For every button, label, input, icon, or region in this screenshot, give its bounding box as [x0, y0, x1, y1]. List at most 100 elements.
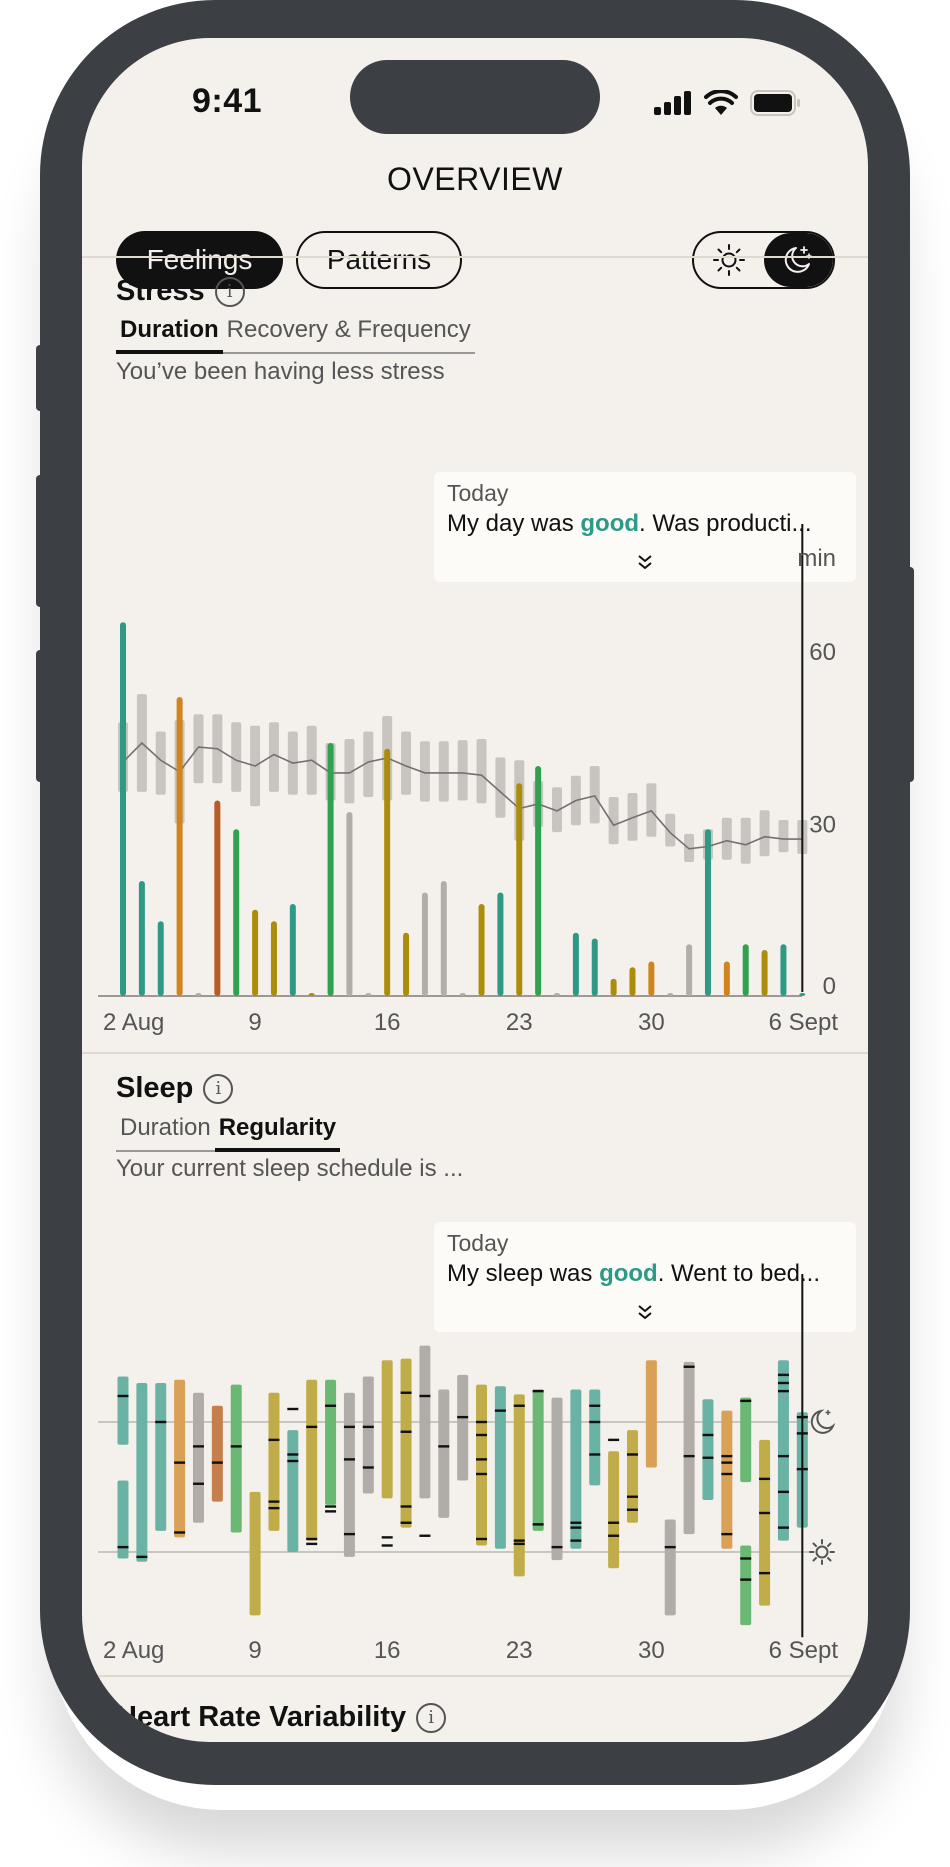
sleep-bar	[513, 1394, 525, 1577]
stress-bar	[308, 993, 315, 996]
stress-bar	[120, 622, 126, 996]
sleep-event-mark	[570, 1539, 582, 1542]
sleep-event-mark	[626, 1453, 638, 1456]
sleep-bar	[362, 1376, 374, 1494]
page-title: OVERVIEW	[387, 161, 563, 197]
sleep-event-mark	[721, 1461, 733, 1464]
stress-bar	[610, 978, 617, 996]
sleep-event-mark	[759, 1511, 771, 1515]
sleep-event-mark	[476, 1472, 488, 1476]
sleep-event-mark	[230, 1445, 242, 1448]
sun-ray	[812, 1542, 817, 1547]
y-tick-label: 30	[809, 812, 836, 839]
stress-summary: You’ve been having less stress	[116, 358, 445, 385]
stress-bar	[270, 921, 277, 996]
sleep-bar	[551, 1397, 563, 1561]
stress-bar	[497, 892, 504, 996]
sleep-event-mark	[777, 1454, 789, 1458]
sleep-bar	[211, 1405, 223, 1502]
segment-patterns[interactable]: Patterns	[296, 231, 462, 289]
tooltip-date: Today	[447, 1230, 509, 1256]
sleep-bar	[400, 1358, 412, 1528]
tooltip-date: Today	[447, 480, 509, 506]
stress-bar	[157, 921, 164, 996]
sleep-event-mark	[325, 1510, 337, 1513]
sleep-event-mark	[740, 1578, 752, 1581]
sleep-event-mark	[400, 1430, 412, 1433]
range-band	[646, 783, 657, 837]
sleep-bar	[249, 1491, 261, 1616]
info-icon[interactable]: i	[203, 1073, 234, 1104]
sun-ray	[827, 1542, 832, 1547]
tab-recovery-frequency[interactable]: Recovery & Frequency	[222, 316, 475, 354]
stress-today-tooltip[interactable]: Today My day was good. Was producti...	[434, 472, 856, 582]
info-icon[interactable]: i	[416, 1702, 447, 1733]
header-divider	[82, 256, 868, 258]
x-tick-label: 30	[638, 1009, 665, 1036]
sleep-bar	[343, 1392, 355, 1557]
tab-regularity[interactable]: Regularity	[214, 1114, 341, 1152]
sleep-event-mark	[777, 1373, 789, 1377]
range-band	[401, 731, 412, 795]
range-band	[589, 766, 600, 824]
x-tick-label: 2 Aug	[103, 1637, 164, 1664]
expand-tooltip-button[interactable]	[434, 1303, 856, 1326]
tab-duration[interactable]: Duration	[116, 1114, 215, 1152]
x-tick-label: 6 Sept	[769, 1637, 839, 1664]
range-band	[193, 714, 204, 784]
segment-feelings-label: Feelings	[146, 244, 253, 275]
sleep-tabs: Duration Regularity	[116, 1114, 341, 1152]
sleep-bar	[419, 1345, 431, 1499]
sleep-event-mark	[683, 1454, 695, 1458]
sleep-bar	[476, 1384, 488, 1546]
stress-bar	[346, 812, 353, 996]
sleep-today-tooltip[interactable]: Today My sleep was good. Went to bed...	[434, 1222, 856, 1332]
sleep-event-mark	[306, 1537, 318, 1541]
y-axis-unit-label: min	[797, 545, 836, 572]
sleep-bar	[174, 1379, 186, 1538]
sleep-bar	[777, 1360, 789, 1541]
sleep-event-mark	[777, 1381, 789, 1385]
sleep-bar	[702, 1399, 714, 1500]
sleep-event-mark	[476, 1458, 488, 1461]
stress-bar	[176, 697, 183, 996]
sleep-bar	[230, 1384, 242, 1533]
light-mode-option[interactable]	[694, 233, 764, 287]
sleep-event-mark	[664, 1545, 676, 1549]
stress-bar	[138, 881, 145, 996]
info-icon[interactable]: i	[214, 276, 245, 307]
sleep-bar	[155, 1383, 167, 1531]
stress-bar	[686, 944, 693, 996]
sleep-event-mark	[287, 1407, 299, 1411]
sleep-event-mark	[551, 1545, 563, 1549]
range-band	[457, 740, 468, 801]
sleep-event-mark	[362, 1466, 374, 1469]
expand-tooltip-button[interactable]	[434, 553, 856, 576]
sleep-event-mark	[532, 1389, 544, 1393]
stress-bar	[289, 904, 296, 996]
stress-bar	[572, 932, 579, 996]
sleep-event-mark	[381, 1544, 393, 1547]
sleep-event-mark	[570, 1521, 582, 1524]
theme-toggle[interactable]	[692, 231, 835, 289]
sleep-event-mark	[117, 1545, 129, 1549]
sleep-event-mark	[702, 1433, 714, 1437]
sleep-event-mark	[608, 1521, 620, 1524]
stress-bar	[233, 829, 240, 996]
sleep-event-mark	[532, 1523, 544, 1526]
sleep-event-mark	[626, 1495, 638, 1498]
sleep-event-mark	[513, 1542, 525, 1546]
stress-bar	[421, 892, 428, 996]
range-band	[759, 810, 770, 857]
tab-duration[interactable]: Duration	[116, 316, 223, 354]
sleep-event-mark	[381, 1536, 393, 1539]
sleep-event-mark	[476, 1537, 488, 1541]
sleep-event-mark	[740, 1557, 752, 1560]
battery-icon	[750, 90, 800, 116]
y-tick-label: 0	[823, 973, 836, 1000]
dark-mode-option[interactable]	[763, 233, 833, 287]
sleep-bar	[721, 1410, 733, 1549]
sleep-event-mark	[476, 1420, 488, 1424]
stress-bar	[648, 961, 655, 996]
sleep-event-mark	[192, 1482, 204, 1485]
